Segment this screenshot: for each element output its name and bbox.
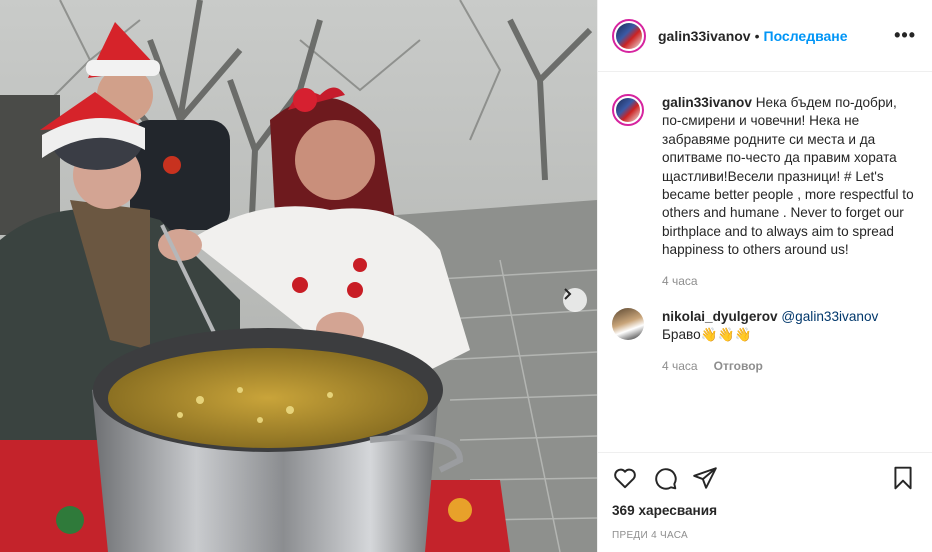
reply-button[interactable]: Отговор [714,357,763,375]
caption: galin33ivanov Нека бъдем по-добри, по-см… [612,94,916,290]
commenter-username[interactable]: nikolai_dyulgerov [662,309,778,324]
more-dots-icon[interactable]: ••• [894,25,916,46]
commenter-avatar[interactable] [612,308,644,341]
author-username[interactable]: galin33ivanov [658,28,751,44]
author-avatar[interactable] [612,18,646,53]
chevron-right-icon [564,288,572,300]
post-sidebar: galin33ivanov • Последване ••• galin33iv… [597,0,932,552]
comment-mention[interactable]: @galin33ivanov [781,309,878,324]
heart-icon[interactable] [612,465,638,491]
caption-avatar[interactable] [612,94,644,126]
bookmark-icon[interactable] [890,465,916,491]
next-photo-button[interactable] [563,288,587,312]
comments-section[interactable]: galin33ivanov Нека бъдем по-добри, по-см… [598,72,932,452]
comment-time[interactable]: 4 часа [662,357,698,375]
photo-scene [0,0,597,552]
post-actions: 369 харесвания ПРЕДИ 4 ЧАСА [598,452,932,552]
likes-count[interactable]: 369 харесвания [612,503,916,518]
caption-text: Нека бъдем по-добри, по-смирени и човечн… [662,95,914,258]
comment-item: nikolai_dyulgerov @galin33ivanov Браво👋👋… [612,308,916,375]
paper-plane-icon[interactable] [692,465,718,491]
post-photo[interactable] [0,0,597,552]
posted-time[interactable]: ПРЕДИ 4 ЧАСА [612,530,916,541]
comment-bubble-icon[interactable] [652,465,678,491]
post-modal: galin33ivanov • Последване ••• galin33iv… [0,0,932,552]
header-separator: • [754,27,760,44]
caption-username[interactable]: galin33ivanov [662,95,752,110]
comment-text: Браво👋👋👋 [662,327,752,343]
caption-time[interactable]: 4 часа [662,272,698,290]
post-header: galin33ivanov • Последване ••• [598,0,932,72]
follow-button[interactable]: Последване [764,28,848,44]
